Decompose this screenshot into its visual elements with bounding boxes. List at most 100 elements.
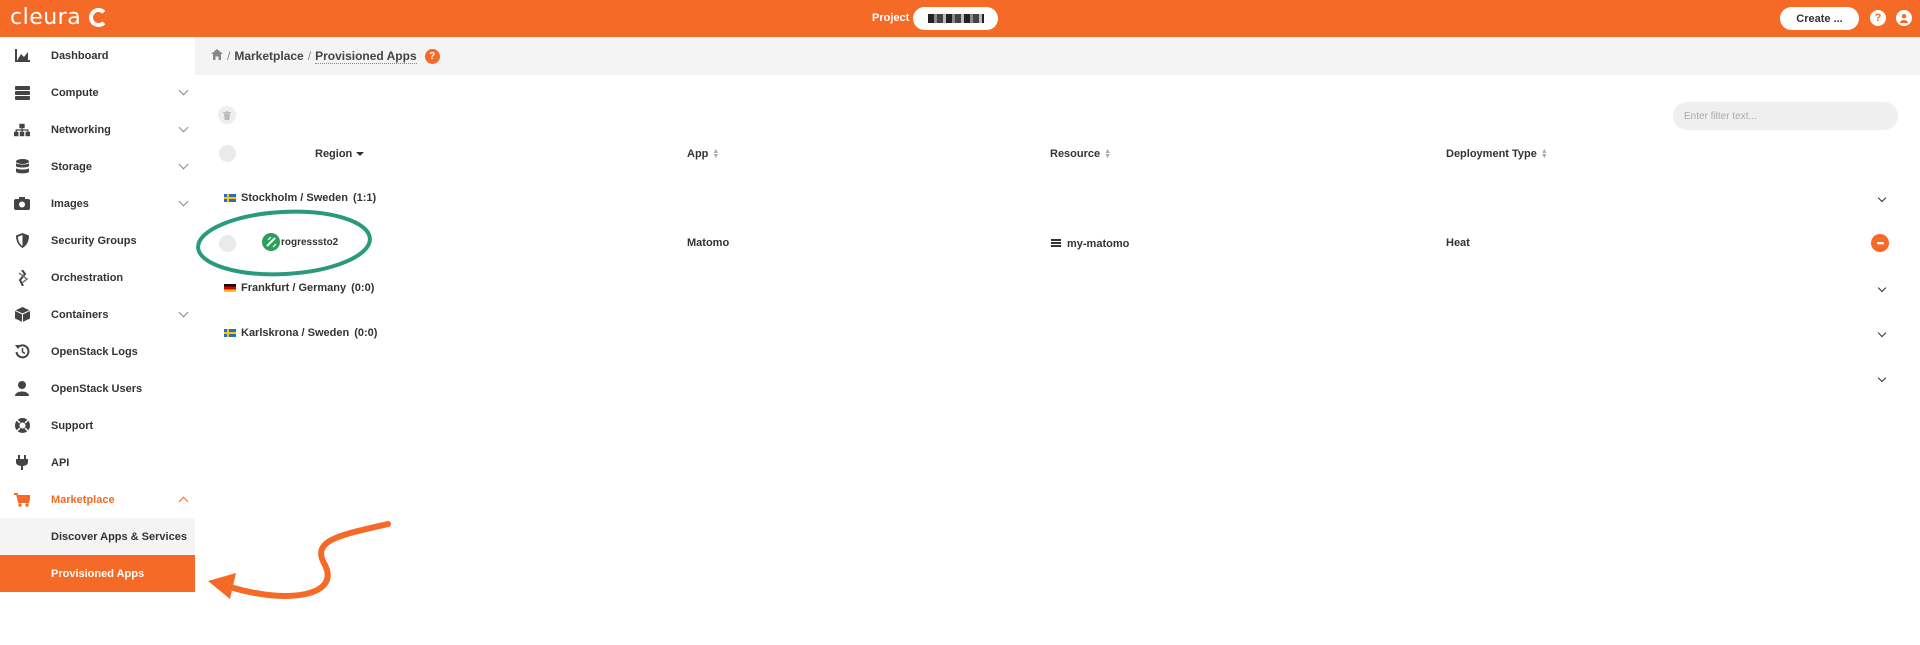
sidebar-item-label: Compute <box>51 86 99 99</box>
project-label: Project <box>872 12 910 24</box>
user-account-icon[interactable] <box>1896 10 1912 26</box>
row-select-checkbox[interactable] <box>219 235 236 252</box>
column-header-label: App <box>687 148 709 160</box>
sidebar-item-label: Dashboard <box>51 49 109 62</box>
column-header-resource[interactable]: Resource ▲ ▼ <box>1050 148 1111 160</box>
sweden-flag-icon <box>224 194 236 202</box>
region-group-count: (0:0) <box>351 282 375 294</box>
sidebar-item-dashboard[interactable]: Dashboard <box>0 37 195 74</box>
chevron-down-icon <box>178 122 189 133</box>
sidebar-item-storage[interactable]: Storage <box>0 148 195 185</box>
sidebar-item-compute[interactable]: Compute <box>0 74 195 111</box>
sidebar-item-openstack-logs[interactable]: OpenStack Logs <box>0 333 195 370</box>
region-group-karlskrona[interactable]: Karlskrona / Sweden (0:0) <box>224 327 377 339</box>
chevron-down-icon <box>178 196 189 207</box>
chevron-down-icon <box>178 307 189 318</box>
app-name: Matomo <box>687 237 730 249</box>
column-header-region[interactable]: Region <box>315 148 365 160</box>
layers-icon <box>14 269 30 286</box>
region-group-count: (0:0) <box>354 327 378 339</box>
germany-flag-icon <box>224 284 236 292</box>
network-icon <box>14 122 30 138</box>
sidebar-subitem-discover-apps[interactable]: Discover Apps & Services <box>0 518 195 555</box>
sidebar-item-networking[interactable]: Networking <box>0 111 195 148</box>
sidebar-item-label: Marketplace <box>51 493 115 506</box>
project-selector[interactable] <box>913 7 998 30</box>
column-header-deployment-type[interactable]: Deployment Type ▲ ▼ <box>1446 148 1548 160</box>
cart-icon <box>14 492 30 508</box>
chevron-down-icon <box>178 159 189 170</box>
region-group-stockholm[interactable]: Stockholm / Sweden (1:1) <box>224 192 376 204</box>
sidebar-item-openstack-users[interactable]: OpenStack Users <box>0 370 195 407</box>
sidebar-item-security-groups[interactable]: Security Groups <box>0 222 195 259</box>
column-header-label: Resource <box>1050 148 1101 160</box>
camera-icon <box>14 196 30 212</box>
chevron-down-icon[interactable] <box>1877 373 1887 383</box>
chevron-down-icon[interactable] <box>1877 193 1887 203</box>
breadcrumb-marketplace[interactable]: Marketplace <box>234 49 303 63</box>
sidebar-item-support[interactable]: Support <box>0 407 195 444</box>
plug-icon <box>14 455 30 471</box>
sidebar-item-label: OpenStack Logs <box>51 345 138 358</box>
deployment-type: Heat <box>1446 237 1470 249</box>
sidebar-item-marketplace[interactable]: Marketplace <box>0 481 195 518</box>
lifebuoy-icon <box>14 418 30 434</box>
history-icon <box>14 344 30 360</box>
column-header-app[interactable]: App ▲ ▼ <box>687 148 719 160</box>
row-actions-button[interactable]: ••• <box>1871 234 1889 252</box>
sidebar: Dashboard Compute Networking Storage Ima… <box>0 37 195 645</box>
shield-icon <box>14 233 30 249</box>
sort-desc-icon <box>356 152 365 156</box>
breadcrumb-separator: / <box>227 49 231 63</box>
database-icon <box>14 159 30 175</box>
help-icon[interactable]: ? <box>1870 10 1886 26</box>
sidebar-item-label: Security Groups <box>51 234 137 247</box>
stack-icon <box>1051 239 1061 248</box>
chevron-down-icon[interactable] <box>1877 283 1887 293</box>
sidebar-item-label: Support <box>51 419 94 432</box>
region-group-label: Stockholm / Sweden <box>241 192 348 204</box>
column-header-label: Region <box>315 148 353 160</box>
region-group-label: Karlskrona / Sweden <box>241 327 350 339</box>
server-icon <box>14 85 30 101</box>
logo-text: cleura <box>10 5 82 30</box>
sidebar-item-label: Networking <box>51 123 111 136</box>
column-header-label: Deployment Type <box>1446 148 1537 160</box>
user-icon <box>14 381 30 397</box>
breadcrumb-provisioned-apps: Provisioned Apps <box>315 48 417 64</box>
sidebar-footer-space <box>0 592 195 645</box>
sidebar-subitem-provisioned-apps[interactable]: Provisioned Apps <box>0 555 195 592</box>
resource-name: my-matomo <box>1067 238 1130 250</box>
sidebar-item-images[interactable]: Images <box>0 185 195 222</box>
resource-link[interactable]: my-matomo <box>1051 238 1129 250</box>
app-instance-name[interactable]: rogresssto2 <box>281 237 338 248</box>
sidebar-item-label: OpenStack Users <box>51 382 143 395</box>
sidebar-item-orchestration[interactable]: Orchestration <box>0 259 195 296</box>
cube-icon <box>14 307 30 323</box>
chevron-up-icon <box>178 496 189 507</box>
region-group-frankfurt[interactable]: Frankfurt / Germany (0:0) <box>224 282 374 294</box>
sidebar-item-label: Storage <box>51 160 92 173</box>
help-icon[interactable]: ? <box>424 48 440 64</box>
cleura-logo[interactable]: cleura <box>10 5 109 30</box>
sidebar-item-containers[interactable]: Containers <box>0 296 195 333</box>
create-button[interactable]: Create ... <box>1780 7 1859 30</box>
sort-icon: ▲ ▼ <box>1540 148 1548 160</box>
sidebar-item-label: API <box>51 456 70 469</box>
sidebar-item-label: Containers <box>51 308 109 321</box>
chevron-down-icon <box>178 85 189 96</box>
redacted-project-name <box>927 14 984 23</box>
chevron-down-icon[interactable] <box>1877 328 1887 338</box>
logo-mark-icon <box>89 8 109 27</box>
breadcrumb: / Marketplace / Provisioned Apps ? <box>195 37 1920 75</box>
region-group-count: (1:1) <box>352 192 377 204</box>
top-bar: cleura Project Create ... ? <box>0 0 1920 37</box>
select-all-checkbox[interactable] <box>219 145 236 162</box>
trash-icon <box>223 110 231 120</box>
sort-icon: ▲ ▼ <box>1104 148 1112 160</box>
app-logo-icon <box>262 233 280 251</box>
sidebar-item-api[interactable]: API <box>0 444 195 481</box>
delete-button[interactable] <box>218 106 236 124</box>
home-icon[interactable] <box>211 49 223 63</box>
filter-input[interactable] <box>1673 102 1898 130</box>
